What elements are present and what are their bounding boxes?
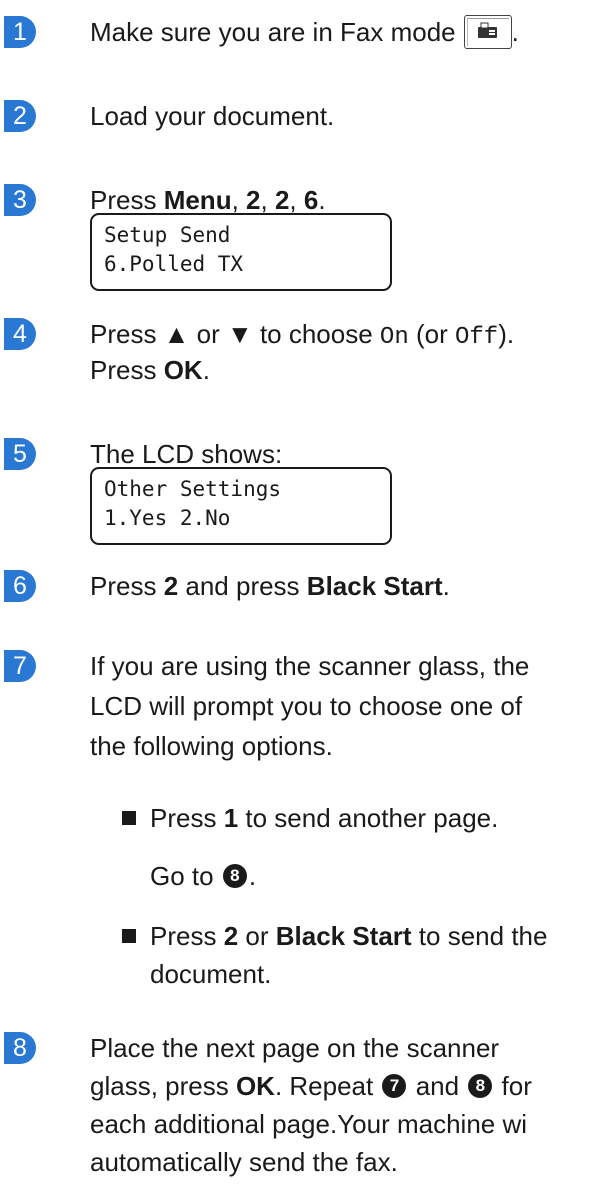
bullet-icon <box>122 811 136 825</box>
lcd-line-2: 6.Polled TX <box>104 252 244 276</box>
fax-mode-icon <box>463 15 512 50</box>
bullet-icon <box>122 929 136 943</box>
option-1-text: Press 1 to send another page. <box>150 803 499 833</box>
step-4-line-2: Press OK. <box>90 355 210 385</box>
lcd-display-setup-send: Setup Send 6.Polled TX <box>90 213 392 291</box>
step-ref-7-icon: 7 <box>382 1074 407 1099</box>
step-number-1: 1 <box>4 16 36 48</box>
step-7-line-3: the following options. <box>90 731 333 761</box>
step-1-text: Make sure you are in Fax mode <box>90 17 456 47</box>
step-number-2: 2 <box>4 100 36 132</box>
step-6-text: Press 2 and press Black Start. <box>90 571 450 601</box>
step-8-line-4: automatically send the fax. <box>90 1147 398 1177</box>
option-1-goto: Go to 8. <box>150 861 257 891</box>
step-7-line-1: If you are using the scanner glass, the <box>90 651 530 681</box>
step-number-6: 6 <box>4 570 36 602</box>
step-2-text: Load your document. <box>90 101 335 131</box>
option-2-line-2: document. <box>150 959 272 989</box>
lcd-line-1: Setup Send <box>104 223 231 247</box>
step-number-3: 3 <box>4 184 36 216</box>
step-7-line-2: LCD will prompt you to choose one of <box>90 691 523 721</box>
lcd-display-other-settings: Other Settings 1.Yes 2.No <box>90 467 392 545</box>
step-number-7: 7 <box>4 650 36 682</box>
step-number-5: 5 <box>4 438 36 470</box>
lcd-line-1: Other Settings <box>104 477 282 501</box>
step-number-8: 8 <box>4 1032 36 1064</box>
step-number-4: 4 <box>4 318 36 350</box>
step-ref-8-icon: 8 <box>222 864 247 889</box>
step-ref-8-icon: 8 <box>468 1074 493 1099</box>
lcd-line-2: 1.Yes 2.No <box>104 506 231 530</box>
